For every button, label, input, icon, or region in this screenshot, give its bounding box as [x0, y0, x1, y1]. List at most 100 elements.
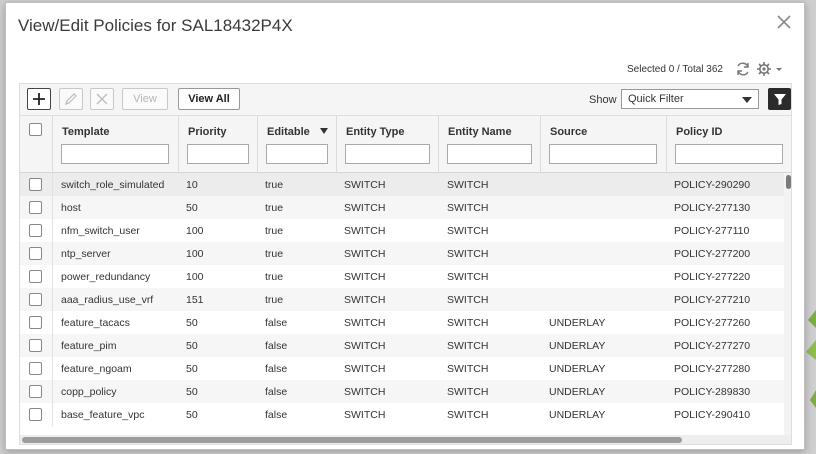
editable-filter-input[interactable]	[266, 144, 328, 164]
row-checkbox[interactable]	[29, 247, 42, 260]
entity-name-cell: SWITCH	[447, 179, 489, 191]
vertical-scroll-thumb[interactable]	[786, 175, 791, 189]
table-row[interactable]: feature_tacacs 50 false SWITCH SWITCH UNDERLA…	[20, 311, 791, 334]
priority-cell: 10	[186, 179, 198, 191]
template-cell: base_feature_vpc	[61, 409, 145, 421]
editable-cell: false	[265, 409, 288, 421]
entity-type-cell: SWITCH	[344, 363, 386, 375]
column-header-policy-id[interactable]: Policy ID	[676, 126, 722, 138]
editable-cell: false	[265, 386, 288, 398]
column-header-entity-type[interactable]: Entity Type	[346, 126, 404, 138]
delete-policy-button[interactable]	[90, 88, 114, 110]
policy-id-cell: POLICY-290410	[674, 409, 751, 421]
column-header-entity-name[interactable]: Entity Name	[448, 126, 512, 138]
entity-name-filter-input[interactable]	[447, 144, 532, 164]
row-checkbox[interactable]	[29, 201, 42, 214]
table-row[interactable]: host 50 true SWITCH SWITCH POLICY-277130	[20, 196, 791, 219]
plus-icon	[33, 93, 45, 105]
editable-cell: true	[265, 225, 284, 237]
row-checkbox-cell	[20, 357, 53, 380]
policy-id-filter-input[interactable]	[675, 144, 783, 164]
row-checkbox[interactable]	[29, 339, 42, 352]
editable-cell: false	[265, 363, 288, 375]
template-cell: host	[61, 202, 81, 214]
column-entity-name: Entity Name	[439, 116, 541, 173]
table-header: Template Priority Editable Entity Type E…	[20, 116, 791, 173]
view-all-button[interactable]: View All	[178, 88, 240, 110]
row-checkbox[interactable]	[29, 316, 42, 329]
entity-name-cell: SWITCH	[447, 294, 489, 306]
table-row[interactable]: aaa_radius_use_vrf 151 true SWITCH SWITCH POL…	[20, 288, 791, 311]
chevron-down-icon	[776, 68, 782, 71]
row-checkbox[interactable]	[29, 362, 42, 375]
table-row[interactable]: nfm_switch_user 100 true SWITCH SWITCH POLICY…	[20, 219, 791, 242]
source-filter-input[interactable]	[549, 144, 657, 164]
row-checkbox-cell	[20, 196, 53, 219]
table-row[interactable]: feature_ngoam 50 false SWITCH SWITCH UNDERLAY…	[20, 357, 791, 380]
add-policy-button[interactable]	[27, 88, 51, 110]
table-row[interactable]: ntp_server 100 true SWITCH SWITCH POLICY-2772…	[20, 242, 791, 265]
column-header-editable[interactable]: Editable	[267, 126, 310, 138]
gear-icon	[757, 62, 771, 76]
source-cell: UNDERLAY	[549, 363, 606, 375]
priority-filter-input[interactable]	[187, 144, 249, 164]
policy-id-cell: POLICY-290290	[674, 179, 751, 191]
column-header-priority[interactable]: Priority	[188, 126, 227, 138]
entity-type-filter-input[interactable]	[345, 144, 430, 164]
entity-name-cell: SWITCH	[447, 225, 489, 237]
row-checkbox[interactable]	[29, 270, 42, 283]
table-row[interactable]: power_redundancy 100 true SWITCH SWITCH POLIC…	[20, 265, 791, 288]
view-edit-policies-dialog: View/Edit Policies for SAL18432P4X Selec…	[5, 2, 805, 450]
entity-name-cell: SWITCH	[447, 386, 489, 398]
editable-cell: true	[265, 248, 284, 260]
priority-cell: 50	[186, 202, 198, 214]
entity-type-cell: SWITCH	[344, 248, 386, 260]
row-checkbox-cell	[20, 334, 53, 357]
entity-name-cell: SWITCH	[447, 271, 489, 283]
priority-cell: 100	[186, 225, 204, 237]
refresh-button[interactable]	[735, 61, 751, 77]
table-row[interactable]: switch_role_simulated 10 true SWITCH SWITCH P…	[20, 173, 791, 196]
quick-filter-select[interactable]: Quick Filter	[621, 89, 759, 109]
column-template: Template	[53, 116, 179, 173]
table-row[interactable]: copp_policy 50 false SWITCH SWITCH UNDERLAY PO…	[20, 380, 791, 403]
row-checkbox[interactable]	[29, 408, 42, 421]
entity-name-cell: SWITCH	[447, 340, 489, 352]
vertical-scrollbar[interactable]	[784, 173, 791, 435]
sort-descending-icon	[320, 128, 328, 134]
source-cell: UNDERLAY	[549, 386, 606, 398]
filter-button[interactable]	[768, 88, 791, 110]
table-row[interactable]: base_feature_vpc 50 false SWITCH SWITCH UNDER…	[20, 403, 791, 426]
horizontal-scrollbar[interactable]	[20, 435, 791, 444]
select-all-column	[20, 116, 53, 173]
edit-policy-button[interactable]	[59, 88, 83, 110]
grid-toolbar: View View All Show Quick Filter	[19, 83, 792, 115]
row-checkbox[interactable]	[29, 224, 42, 237]
policy-id-cell: POLICY-277280	[674, 363, 751, 375]
template-filter-input[interactable]	[61, 144, 169, 164]
funnel-icon	[773, 94, 786, 105]
template-cell: aaa_radius_use_vrf	[61, 294, 154, 306]
column-header-template[interactable]: Template	[62, 126, 109, 138]
entity-type-cell: SWITCH	[344, 294, 386, 306]
template-cell: power_redundancy	[61, 271, 151, 283]
template-cell: feature_ngoam	[61, 363, 132, 375]
row-checkbox-cell	[20, 173, 53, 196]
policy-id-cell: POLICY-277200	[674, 248, 751, 260]
settings-menu-button[interactable]	[756, 61, 784, 77]
row-checkbox[interactable]	[29, 178, 42, 191]
view-button[interactable]: View	[122, 88, 168, 110]
row-checkbox-cell	[20, 380, 53, 403]
row-checkbox[interactable]	[29, 385, 42, 398]
select-all-checkbox[interactable]	[29, 123, 42, 136]
row-checkbox[interactable]	[29, 293, 42, 306]
policy-id-cell: POLICY-277210	[674, 294, 751, 306]
policies-table: Template Priority Editable Entity Type E…	[19, 115, 792, 445]
close-button[interactable]	[775, 13, 793, 31]
horizontal-scroll-thumb[interactable]	[22, 437, 682, 443]
row-checkbox-cell	[20, 265, 53, 288]
entity-type-cell: SWITCH	[344, 317, 386, 329]
column-header-source[interactable]: Source	[550, 126, 587, 138]
table-row[interactable]: feature_pim 50 false SWITCH SWITCH UNDERLAY PO…	[20, 334, 791, 357]
row-checkbox-cell	[20, 403, 53, 426]
